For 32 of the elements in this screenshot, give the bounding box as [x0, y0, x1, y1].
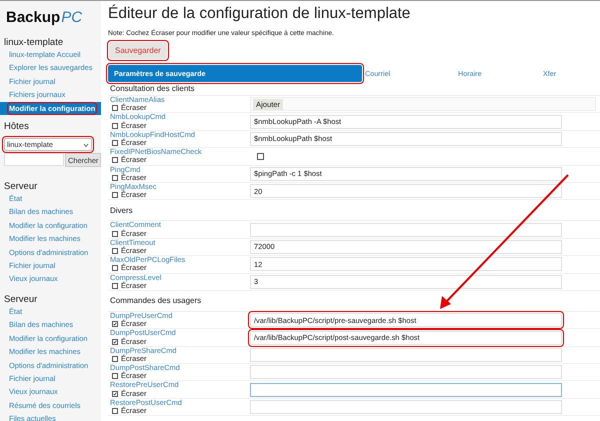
caret-icon: [83, 142, 89, 148]
checkbox[interactable]: [112, 192, 118, 198]
checkbox[interactable]: [112, 105, 118, 112]
checkmark-icon: [113, 321, 117, 328]
checkbox[interactable]: [112, 230, 118, 237]
checkbox[interactable]: [112, 408, 118, 414]
section-heading: Serveur: [3, 294, 38, 305]
section-heading: Consultation des clients: [108, 82, 600, 96]
search-field[interactable]: [4, 153, 64, 166]
logo: BackupPC: [5, 8, 84, 28]
checkmark-icon: [113, 338, 117, 345]
checkmark-icon: [113, 390, 117, 397]
save-button[interactable]: Sauvegarder: [109, 42, 167, 59]
checkbox[interactable]: [112, 390, 118, 397]
checkbox[interactable]: [112, 265, 118, 272]
checkbox[interactable]: [112, 282, 118, 289]
checkbox[interactable]: [257, 152, 264, 160]
checkbox[interactable]: [112, 122, 118, 129]
checkbox[interactable]: [112, 338, 118, 345]
section-heading: Hôtes: [3, 121, 30, 132]
checkbox[interactable]: [112, 321, 118, 328]
page-title: Éditeur de la configuration de linux-template: [108, 4, 412, 24]
checkbox[interactable]: [112, 356, 118, 362]
checkbox[interactable]: [112, 174, 118, 181]
section-heading: linux-template: [3, 37, 64, 48]
checkbox[interactable]: [112, 140, 118, 146]
section-heading: Divers: [108, 200, 600, 222]
section-heading: Serveur: [3, 181, 38, 192]
checkbox[interactable]: [112, 157, 118, 164]
checkbox[interactable]: [112, 373, 118, 380]
checkbox[interactable]: [112, 248, 118, 254]
input-field[interactable]: [250, 382, 562, 397]
